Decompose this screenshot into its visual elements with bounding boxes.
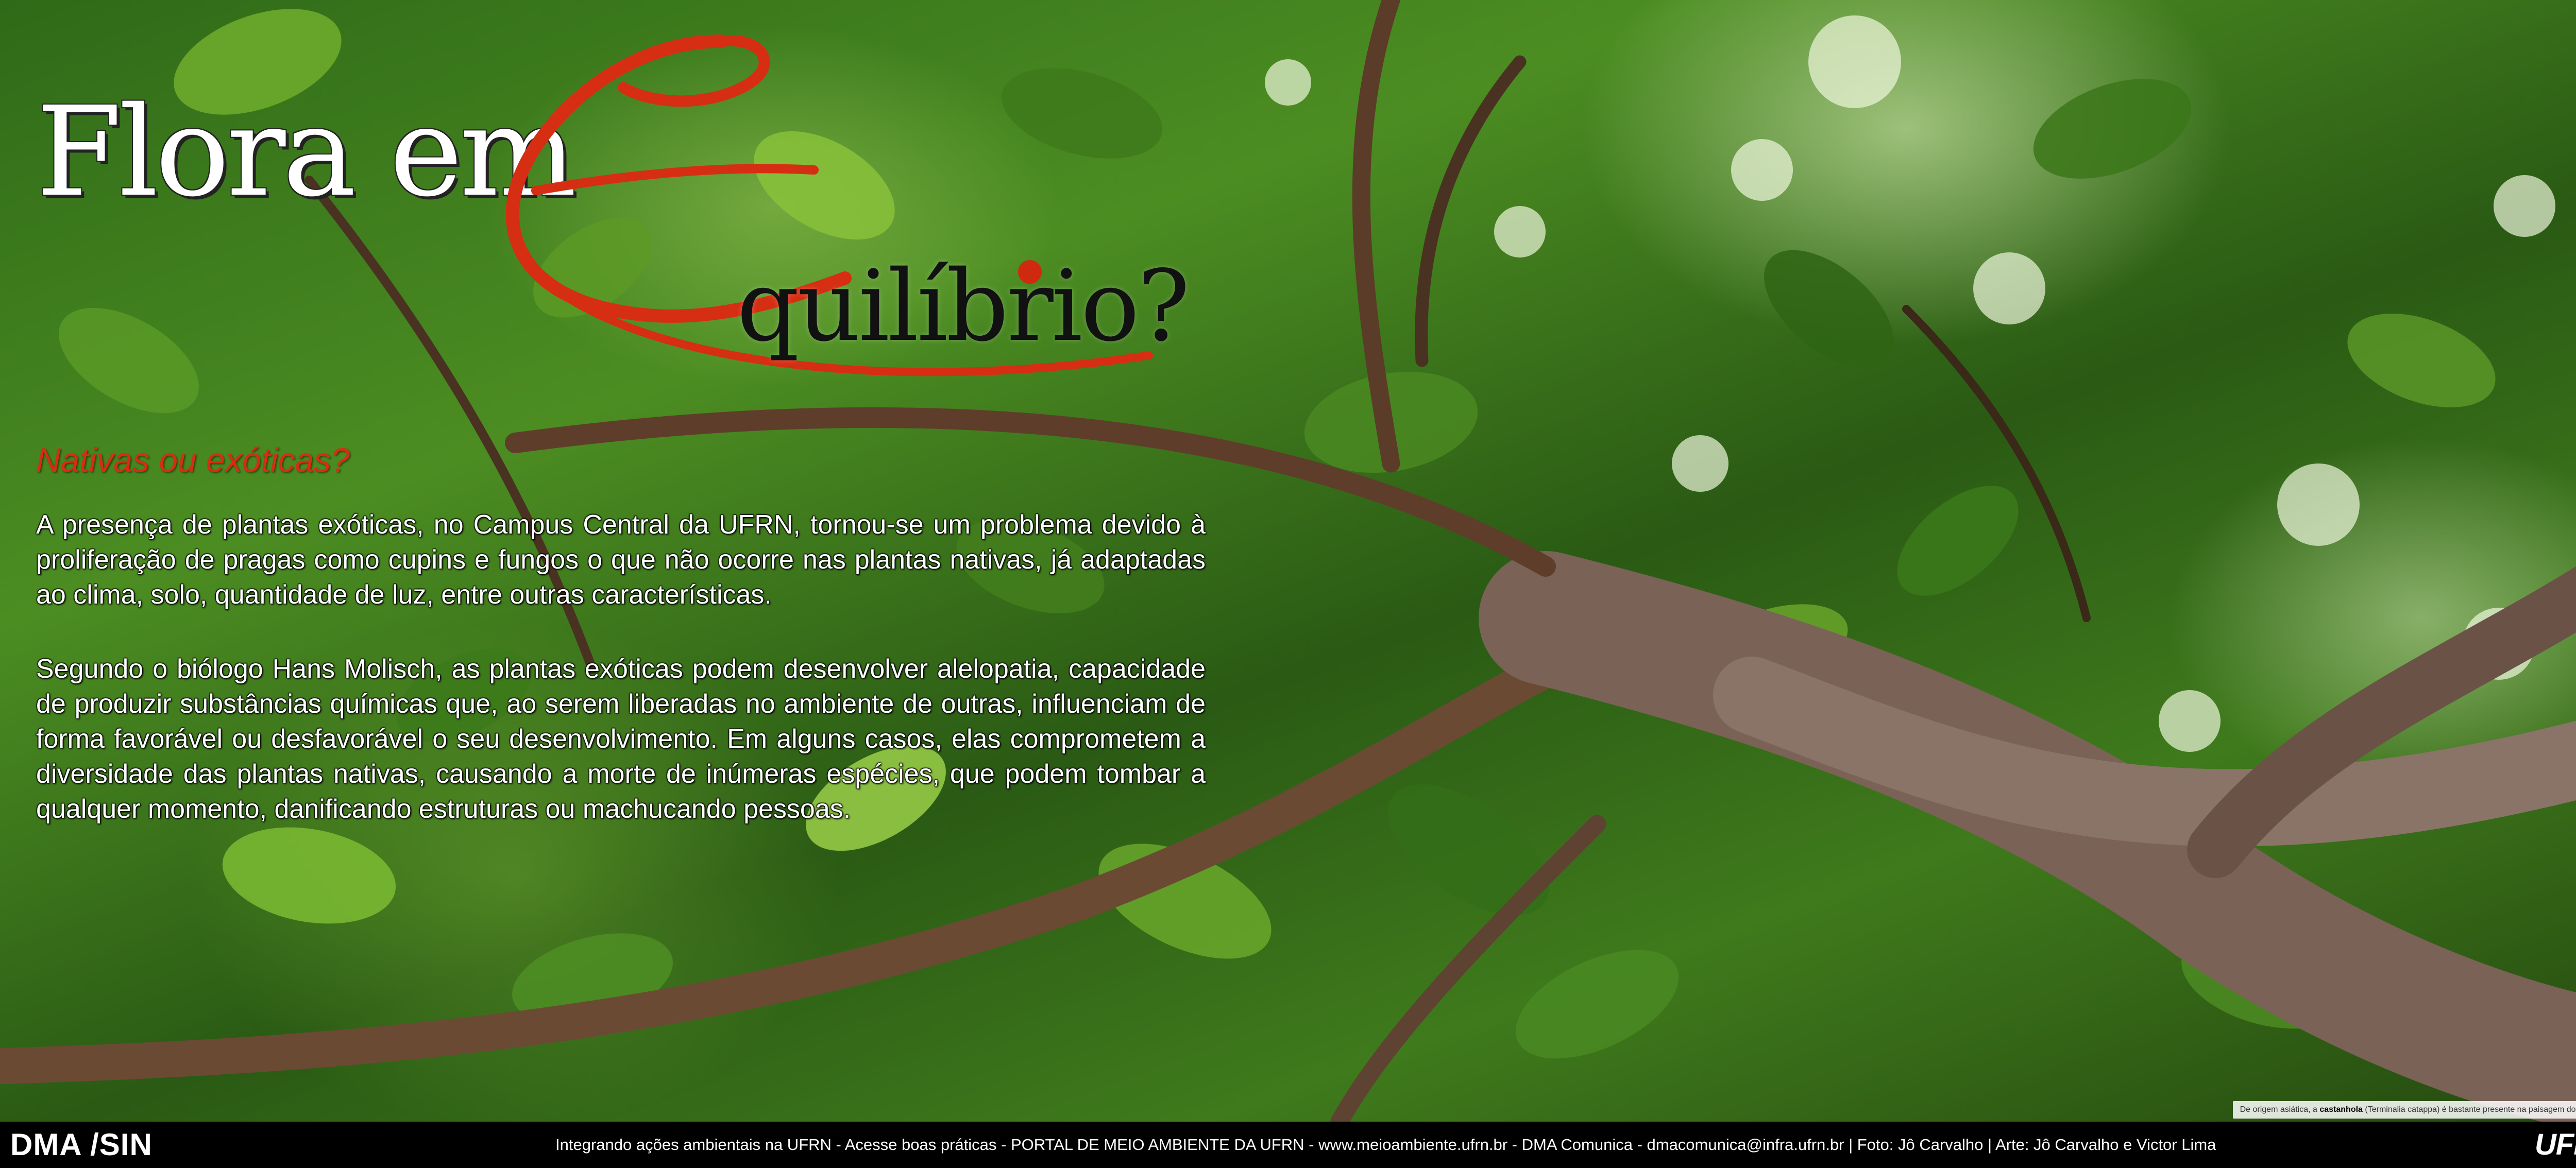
caption-plant-name: castanhola	[2319, 1105, 2363, 1114]
footer-brand-dma-sin: DMA /SIN	[10, 1127, 152, 1162]
footer-bar: DMA /SIN Integrando ações ambientais na …	[0, 1122, 2576, 1168]
caption-prefix: De origem asiática, a	[2240, 1105, 2317, 1114]
title-red-dot-accent	[1018, 260, 1042, 284]
photo-caption: De origem asiática, a castanhola (Termin…	[2232, 1101, 2576, 1119]
section-subtitle: Nativas ou exóticas?	[36, 441, 350, 479]
ufrn-logo: UFRN	[2534, 1128, 2576, 1161]
title-quilibrio: quilíbrio?	[737, 249, 1190, 363]
paragraph-1: A presença de plantas exóticas, no Campu…	[36, 510, 1206, 610]
footer-credits: Integrando ações ambientais na UFRN - Ac…	[555, 1136, 2216, 1154]
caption-suffix: (Terminalia catappa) é bastante presente…	[2365, 1105, 2576, 1114]
paragraph-2: Segundo o biólogo Hans Molisch, as plant…	[36, 654, 1206, 824]
